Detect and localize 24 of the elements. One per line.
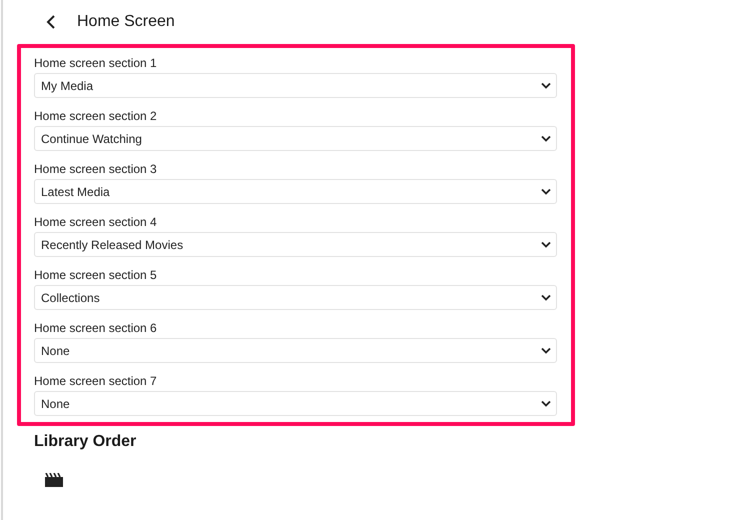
chevron-down-icon bbox=[541, 400, 551, 407]
dropdown[interactable]: Recently Released Movies bbox=[34, 232, 557, 257]
chevron-down-icon bbox=[541, 294, 551, 301]
field-label: Home screen section 6 bbox=[34, 321, 158, 335]
dropdown[interactable]: Collections bbox=[34, 285, 557, 310]
field-label: Home screen section 7 bbox=[34, 374, 158, 388]
chevron-down-icon bbox=[541, 188, 551, 195]
chevron-down-icon bbox=[541, 82, 551, 89]
dropdown[interactable]: My Media bbox=[34, 73, 557, 98]
field-label: Home screen section 3 bbox=[34, 162, 158, 176]
field-label: Home screen section 1 bbox=[34, 56, 158, 70]
dropdown[interactable]: None bbox=[34, 338, 557, 363]
chevron-down-icon bbox=[541, 135, 551, 142]
field-label: Home screen section 4 bbox=[34, 215, 158, 229]
section-heading: Library Order bbox=[34, 433, 138, 451]
dropdown[interactable]: None bbox=[34, 391, 557, 416]
dropdown[interactable]: Latest Media bbox=[34, 179, 557, 204]
chevron-down-icon bbox=[541, 347, 551, 354]
dropdown[interactable]: Continue Watching bbox=[34, 126, 557, 151]
clapperboard-icon bbox=[45, 473, 65, 487]
page-title: Home Screen bbox=[77, 13, 175, 31]
chevron-down-icon bbox=[541, 241, 551, 248]
field-label: Home screen section 5 bbox=[34, 268, 158, 282]
field-label: Home screen section 2 bbox=[34, 109, 158, 123]
